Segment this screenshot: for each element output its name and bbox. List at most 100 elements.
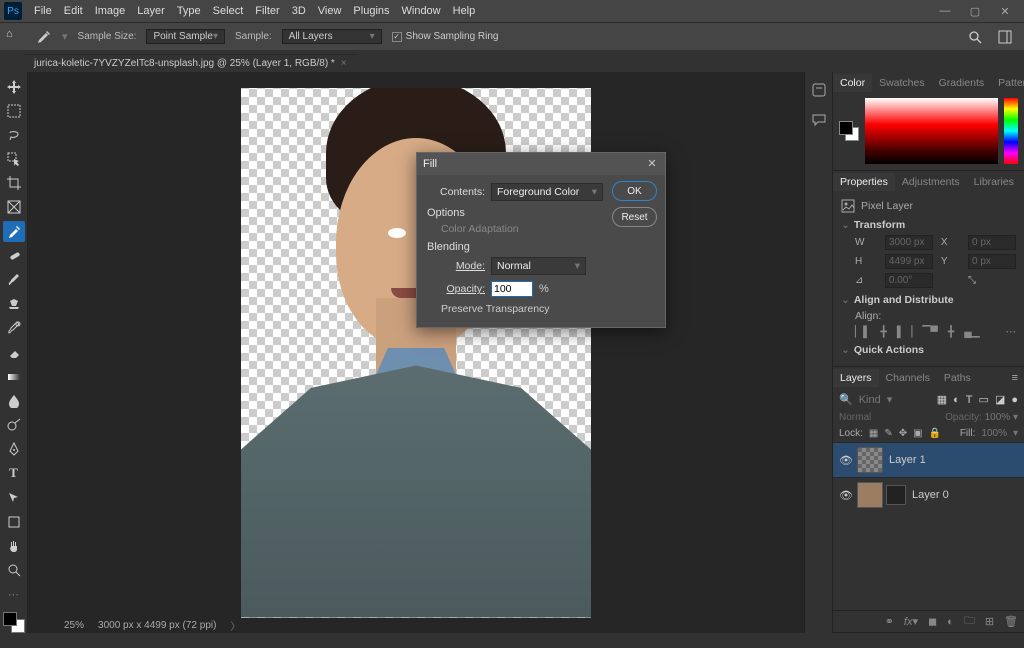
filter-pixel-icon[interactable]: ▦ (937, 393, 947, 406)
brush-tool-icon[interactable] (3, 269, 25, 290)
home-icon[interactable]: ⌂ (6, 28, 26, 46)
preserve-transparency-checkbox[interactable]: Preserve Transparency (437, 303, 655, 315)
healing-brush-tool-icon[interactable] (3, 245, 25, 266)
lock-artboard-icon[interactable]: ▣ (913, 428, 922, 439)
visibility-toggle-icon[interactable]: 👁 (839, 489, 851, 502)
flip-icon[interactable]: ⤡ (968, 275, 1016, 286)
move-tool-icon[interactable] (3, 76, 25, 97)
align-right-icon[interactable]: ▌▕ (897, 326, 913, 338)
filter-adjustment-icon[interactable]: ◐ (953, 394, 960, 406)
learn-panel-icon[interactable] (811, 82, 827, 98)
lock-pixels-icon[interactable]: ▦ (869, 428, 878, 439)
layer-thumbnail[interactable] (857, 447, 883, 473)
contents-dropdown[interactable]: Foreground Color▾ (491, 183, 603, 201)
transform-h[interactable]: 4499 px (885, 254, 933, 269)
color-swatch[interactable] (839, 121, 859, 141)
eyedropper-icon[interactable] (36, 29, 52, 45)
comments-panel-icon[interactable] (811, 112, 827, 128)
document-tab[interactable]: jurica-koletic-7YVZYZeITc8-unsplash.jpg … (24, 54, 357, 72)
object-selection-tool-icon[interactable] (3, 149, 25, 170)
transform-y[interactable]: 0 px (968, 254, 1016, 269)
filter-toggle-icon[interactable]: ● (1011, 394, 1018, 406)
eraser-tool-icon[interactable] (3, 342, 25, 363)
lasso-tool-icon[interactable] (3, 124, 25, 145)
tab-layers[interactable]: Layers (833, 369, 879, 387)
ok-button[interactable]: OK (612, 181, 657, 201)
eyedropper-tool-icon[interactable] (3, 221, 25, 242)
panel-menu-icon[interactable]: ≡ (1006, 372, 1024, 384)
frame-tool-icon[interactable] (3, 197, 25, 218)
tab-gradients[interactable]: Gradients (932, 74, 992, 92)
align-center-h-icon[interactable]: ╋ (881, 326, 887, 338)
layer-style-icon[interactable]: fx▾ (904, 615, 918, 628)
clone-stamp-tool-icon[interactable] (3, 294, 25, 315)
align-top-icon[interactable]: ▔▀ (922, 326, 938, 338)
window-restore-icon[interactable]: ▢ (960, 5, 990, 18)
tab-channels[interactable]: Channels (879, 369, 937, 387)
transform-angle[interactable]: 0.00° (885, 273, 933, 288)
type-tool-icon[interactable]: T (3, 463, 25, 484)
show-sampling-ring-checkbox[interactable]: ✓Show Sampling Ring (392, 31, 499, 42)
layer-search-icon[interactable]: 🔍 (839, 393, 853, 406)
layer-kind-dropdown[interactable]: Kind (859, 394, 881, 406)
lock-brush-icon[interactable]: ✎ (884, 428, 892, 439)
tab-adjustments[interactable]: Adjustments (895, 173, 967, 191)
menu-edit[interactable]: Edit (58, 3, 89, 19)
new-layer-icon[interactable]: ⊞ (985, 615, 994, 628)
delete-layer-icon[interactable]: 🗑 (1004, 615, 1018, 628)
tab-libraries[interactable]: Libraries (967, 173, 1021, 191)
align-center-v-icon[interactable]: ╋ (948, 326, 954, 338)
search-icon[interactable] (968, 30, 982, 44)
tab-properties[interactable]: Properties (833, 173, 895, 191)
hand-tool-icon[interactable] (3, 535, 25, 556)
align-left-icon[interactable]: ▏▌ (855, 326, 871, 338)
sample-size-dropdown[interactable]: Point Sample▾ (146, 29, 225, 44)
filter-type-icon[interactable]: T (966, 394, 973, 406)
history-brush-tool-icon[interactable] (3, 318, 25, 339)
blend-mode-dropdown[interactable]: Normal (839, 412, 871, 423)
menu-layer[interactable]: Layer (131, 3, 171, 19)
menu-image[interactable]: Image (89, 3, 132, 19)
reset-button[interactable]: Reset (612, 207, 657, 227)
transform-x[interactable]: 0 px (968, 235, 1016, 250)
tab-paths[interactable]: Paths (937, 369, 978, 387)
align-bottom-icon[interactable]: ▄▁ (964, 326, 980, 338)
menu-window[interactable]: Window (396, 3, 447, 19)
chevron-down-icon[interactable]: ⌄ (841, 219, 850, 231)
pen-tool-icon[interactable] (3, 439, 25, 460)
crop-tool-icon[interactable] (3, 173, 25, 194)
marquee-tool-icon[interactable] (3, 100, 25, 121)
menu-3d[interactable]: 3D (286, 3, 312, 19)
menu-view[interactable]: View (312, 3, 348, 19)
edit-toolbar-icon[interactable]: ⋯ (3, 584, 25, 605)
menu-filter[interactable]: Filter (249, 3, 285, 19)
layer-item[interactable]: 👁 Layer 1 (833, 442, 1024, 477)
tab-close-icon[interactable]: × (341, 58, 347, 69)
tab-color[interactable]: Color (833, 74, 872, 92)
layer-item[interactable]: 👁 Layer 0 (833, 477, 1024, 512)
shape-tool-icon[interactable] (3, 511, 25, 532)
filter-smart-icon[interactable]: ◪ (995, 393, 1005, 406)
blur-tool-icon[interactable] (3, 390, 25, 411)
visibility-toggle-icon[interactable]: 👁 (839, 454, 851, 467)
layer-thumbnail[interactable] (857, 482, 883, 508)
zoom-tool-icon[interactable] (3, 559, 25, 580)
gradient-tool-icon[interactable] (3, 366, 25, 387)
filter-shape-icon[interactable]: ▭ (979, 393, 989, 406)
layer-mask-icon[interactable]: ◼ (928, 615, 937, 628)
more-options-icon[interactable]: ⋯ (1006, 326, 1017, 338)
menu-type[interactable]: Type (171, 3, 207, 19)
path-selection-tool-icon[interactable] (3, 487, 25, 508)
layer-name[interactable]: Layer 1 (889, 454, 926, 466)
lock-all-icon[interactable]: 🔒 (929, 428, 941, 439)
opacity-input[interactable] (491, 281, 533, 297)
foreground-background-swatch[interactable] (3, 612, 25, 633)
lock-position-icon[interactable]: ✥ (899, 428, 907, 439)
workspace-icon[interactable] (998, 30, 1012, 44)
adjustment-layer-icon[interactable]: ◐ (947, 616, 954, 628)
window-close-icon[interactable]: ✕ (990, 5, 1020, 18)
mode-dropdown[interactable]: Normal▾ (491, 257, 586, 275)
layer-mask-thumbnail[interactable] (886, 485, 906, 505)
menu-help[interactable]: Help (447, 3, 482, 19)
transform-w[interactable]: 3000 px (885, 235, 933, 250)
